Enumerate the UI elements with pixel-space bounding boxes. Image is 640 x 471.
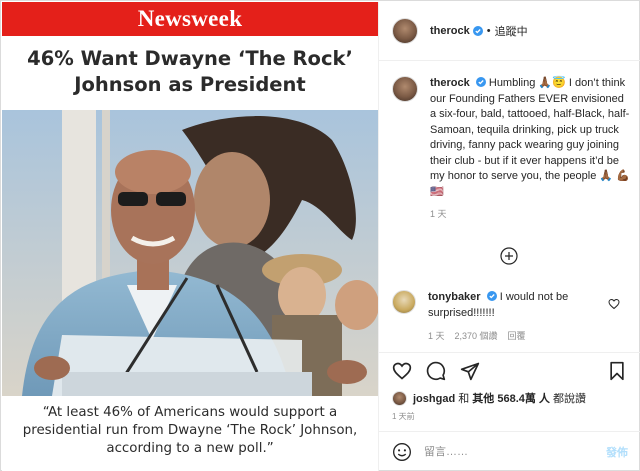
comments-section: therock Humbling 🙏🏾😇 I don’t think our F… (379, 62, 640, 352)
header-username[interactable]: therock (430, 25, 470, 37)
smile-icon[interactable] (392, 442, 412, 462)
likes-user[interactable]: joshgad (413, 393, 455, 405)
caption-username[interactable]: therock (430, 77, 470, 89)
caption-text-block: therock Humbling 🙏🏾😇 I don’t think our F… (430, 76, 632, 223)
caption: therock Humbling 🙏🏾😇 I don’t think our F… (392, 76, 632, 223)
comment: tonybaker I would not be surprised!!!!!!… (392, 290, 632, 345)
heart-icon[interactable] (392, 361, 412, 381)
likes-text: joshgad 和 其他 568.4萬 人 都說讚 (413, 390, 586, 406)
comment-age[interactable]: 1 天 (428, 329, 445, 345)
comment-username[interactable]: tonybaker (428, 291, 481, 303)
avatar[interactable] (392, 76, 418, 102)
reply-button[interactable]: 回覆 (508, 329, 526, 345)
post-dialog: Newsweek 46% Want Dwayne ‘The Rock’ John… (0, 0, 640, 471)
plus-circle-icon[interactable] (500, 247, 518, 265)
article-headline: 46% Want Dwayne ‘The Rock’ Johnson as Pr… (27, 47, 353, 96)
post-header: therock • 追蹤中 (379, 2, 640, 61)
likes-others[interactable]: 其他 568.4萬 人 (472, 393, 550, 405)
caption-text: Humbling 🙏🏾😇 I don’t think our Founding … (430, 77, 630, 198)
newsweek-logo: Newsweek (137, 6, 243, 31)
action-icons (392, 361, 480, 381)
avatar[interactable] (392, 390, 407, 406)
photo-illustration (2, 110, 378, 396)
likes-joiner: 和 (458, 393, 470, 405)
bookmark-icon[interactable] (607, 361, 627, 381)
comment-meta: 1 天 2,370 個讚 回覆 (428, 329, 618, 345)
share-icon[interactable] (460, 361, 480, 381)
header-separator: • (486, 25, 491, 37)
verified-icon (475, 77, 486, 87)
verified-icon (486, 291, 497, 301)
verified-icon (472, 26, 483, 36)
press-photo (2, 110, 378, 396)
comment-text-block: tonybaker I would not be surprised!!!!!!… (428, 290, 618, 345)
newsweek-banner: Newsweek (2, 2, 378, 36)
likes-suffix: 都說讚 (553, 393, 586, 405)
avatar[interactable] (392, 290, 416, 314)
post-actions: joshgad 和 其他 568.4萬 人 都說讚 1 天前 (379, 352, 640, 421)
post-image[interactable]: Newsweek 46% Want Dwayne ‘The Rock’ John… (2, 2, 378, 471)
add-comment-bar: 發佈 (379, 431, 640, 471)
likes-summary: joshgad 和 其他 568.4萬 人 都說讚 (392, 390, 586, 406)
comment-likes[interactable]: 2,370 個讚 (455, 329, 498, 345)
post-comment-button[interactable]: 發佈 (606, 444, 628, 460)
avatar[interactable] (392, 18, 418, 44)
article-quote: “At least 46% of Americans would support… (22, 405, 358, 456)
comment-input[interactable] (424, 445, 606, 458)
comment-icon[interactable] (426, 361, 446, 381)
post-age[interactable]: 1 天前 (392, 411, 415, 422)
post-side-panel: therock • 追蹤中 therock Humbling 🙏🏾😇 I don… (378, 2, 640, 471)
follow-button[interactable]: 追蹤中 (495, 23, 528, 39)
heart-icon[interactable] (608, 298, 620, 310)
caption-age[interactable]: 1 天 (430, 207, 632, 223)
